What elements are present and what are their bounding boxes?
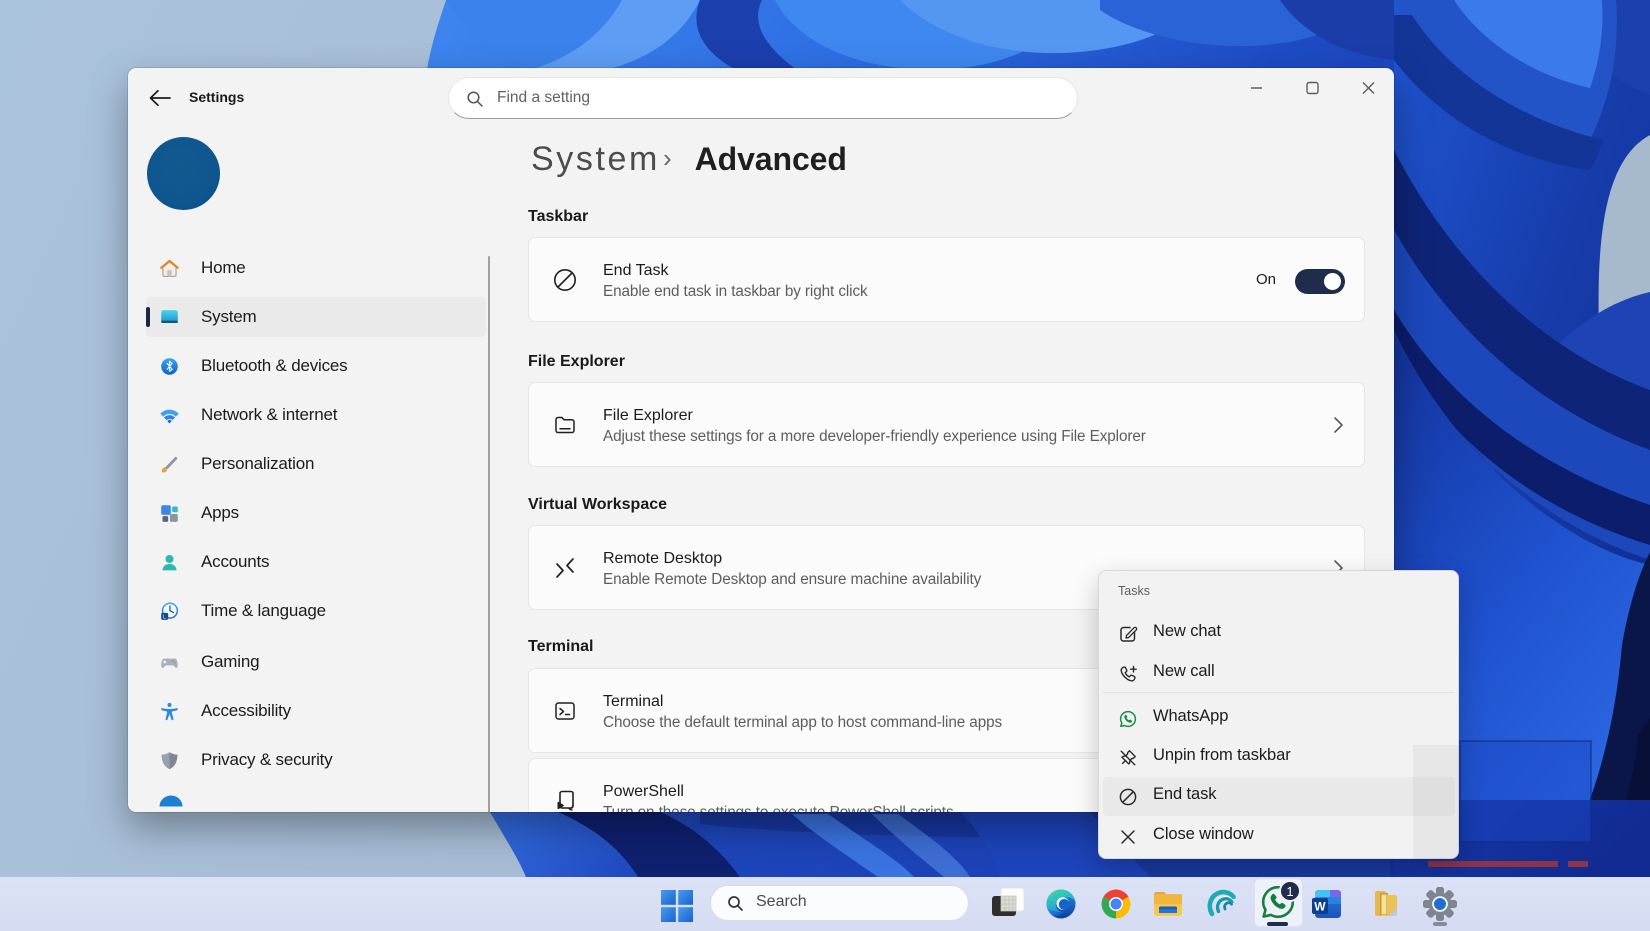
svg-text:L: L: [163, 615, 166, 621]
svg-text:W: W: [1314, 900, 1326, 914]
